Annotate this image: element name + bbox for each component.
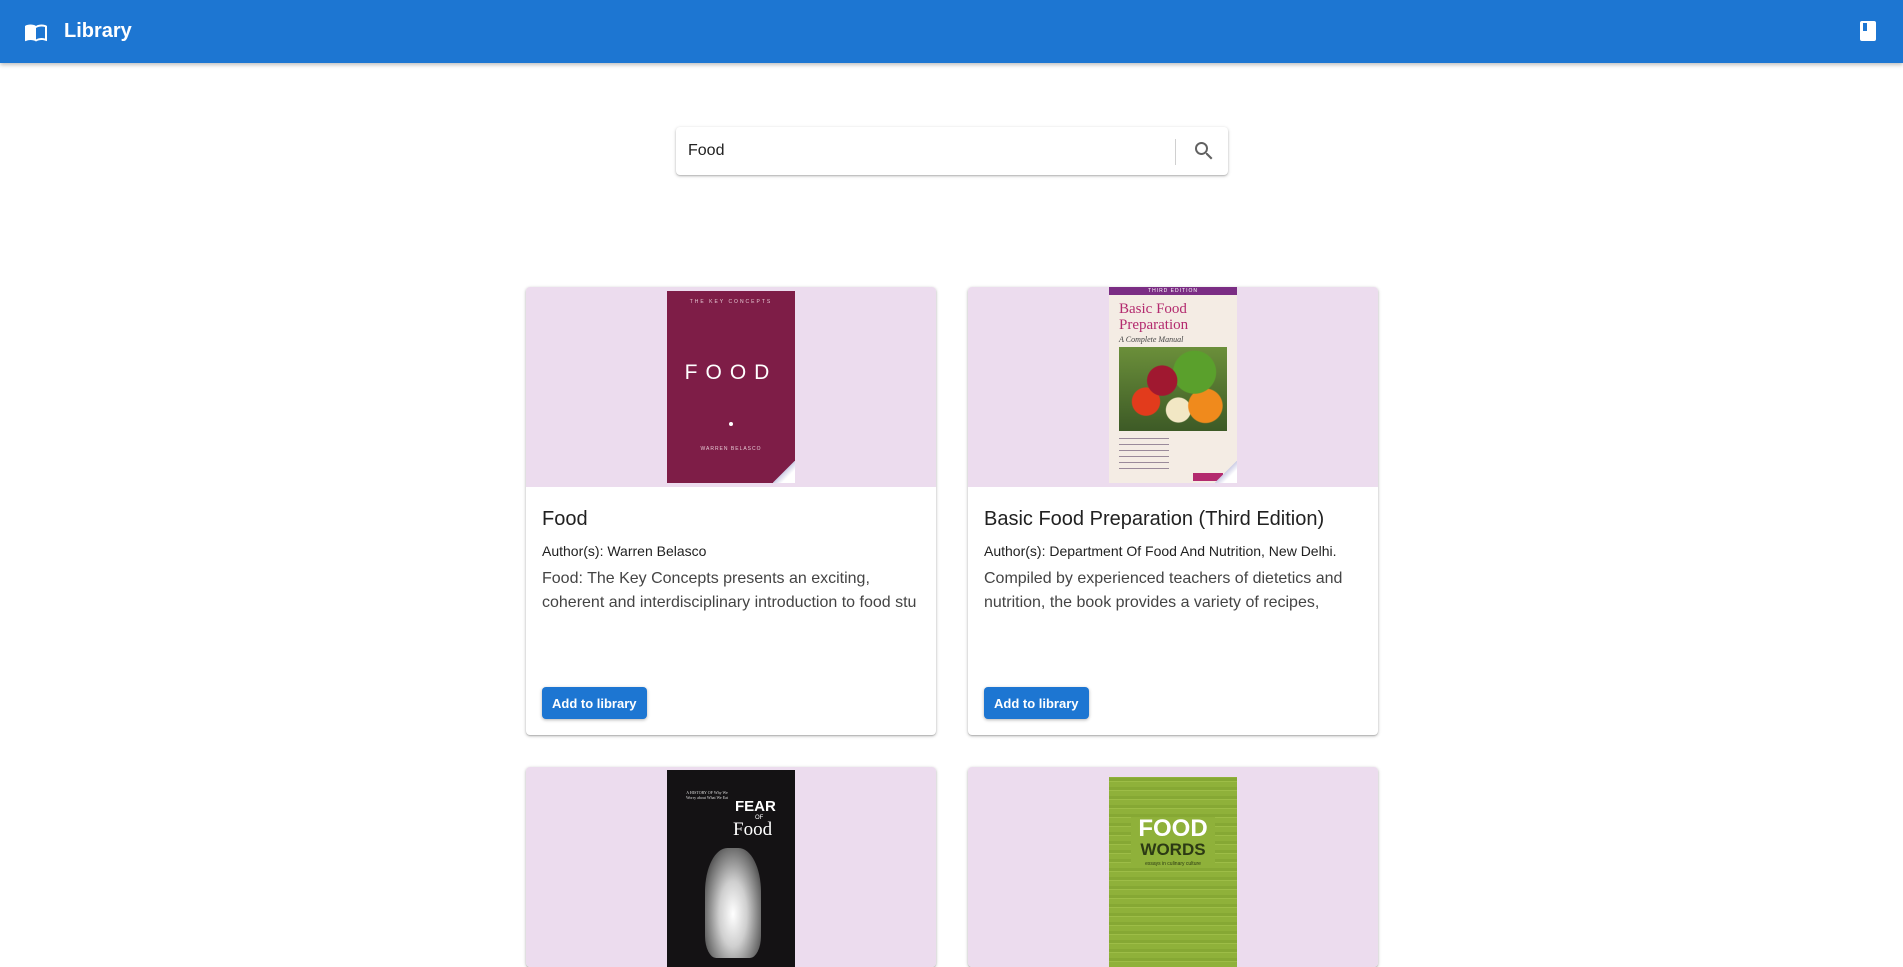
book-cover-image: THIRD EDITION Basic Food Preparation A C…: [1109, 287, 1237, 483]
book-cover-area: FOOD WORDS essays in culinary culture: [968, 767, 1378, 967]
cover-subtitle-text: A Complete Manual: [1119, 335, 1184, 344]
book-title: Food: [542, 508, 588, 530]
book-card: THE KEY CONCEPTS FOOD WARREN BELASCO Foo…: [526, 287, 936, 735]
app-bar: Library: [0, 0, 1903, 63]
book-authors: Author(s): Department Of Food And Nutrit…: [984, 543, 1337, 559]
book-cover-image: FOOD WORDS essays in culinary culture: [1109, 777, 1237, 967]
cover-title-line1: FEAR: [735, 798, 776, 815]
book-cover-area: THE KEY CONCEPTS FOOD WARREN BELASCO: [526, 287, 936, 487]
cover-author-text: WARREN BELASCO: [700, 446, 762, 452]
cover-title-text: FOOD: [684, 361, 778, 384]
book-card: THIRD EDITION Basic Food Preparation A C…: [968, 287, 1378, 735]
add-to-library-button[interactable]: Add to library: [542, 687, 647, 719]
cover-title-line2: WORDS: [1140, 840, 1206, 859]
cover-subtitle-text: essays in culinary culture: [1145, 861, 1201, 867]
book-description: Compiled by experienced teachers of diet…: [984, 570, 1343, 611]
search-icon: [1195, 142, 1213, 160]
book-authors: Author(s): Warren Belasco: [542, 543, 707, 559]
cover-title-line3: Food: [733, 819, 773, 840]
cover-edition-text: THIRD EDITION: [1148, 288, 1198, 294]
app-title: Library: [64, 20, 132, 42]
book-cover-image: A HISTORY OF Why We Worry about What We …: [667, 770, 795, 967]
book-icon[interactable]: [1859, 20, 1877, 42]
search-divider: [1175, 139, 1176, 165]
book-cover-image: THE KEY CONCEPTS FOOD WARREN BELASCO: [667, 291, 795, 483]
book-description: Food: The Key Concepts presents an excit…: [542, 570, 917, 611]
cover-dot: [729, 422, 733, 426]
book-cover-area: THIRD EDITION Basic Food Preparation A C…: [968, 287, 1378, 487]
cover-vegetables-image: [1119, 347, 1227, 431]
cover-series-text: THE KEY CONCEPTS: [689, 299, 773, 305]
search-input[interactable]: [688, 127, 1168, 175]
cover-authors-list: [1119, 435, 1169, 473]
cover-title-text: Basic Food Preparation: [1119, 301, 1189, 333]
book-card: A HISTORY OF Why We Worry about What We …: [526, 767, 936, 967]
add-to-library-button[interactable]: Add to library: [984, 687, 1089, 719]
search-bar: [676, 127, 1228, 175]
search-button[interactable]: [1186, 133, 1222, 169]
book-title: Basic Food Preparation (Third Edition): [984, 508, 1325, 530]
page-curl: [1215, 461, 1237, 483]
book-open-icon[interactable]: [24, 20, 48, 44]
book-card: FOOD WORDS essays in culinary culture: [968, 767, 1378, 967]
cover-title-line1: FOOD: [1138, 815, 1208, 842]
cover-subtitle-text: A HISTORY OF Why We Worry about What We …: [685, 790, 729, 800]
page-curl: [773, 461, 795, 483]
book-cover-area: A HISTORY OF Why We Worry about What We …: [526, 767, 936, 967]
